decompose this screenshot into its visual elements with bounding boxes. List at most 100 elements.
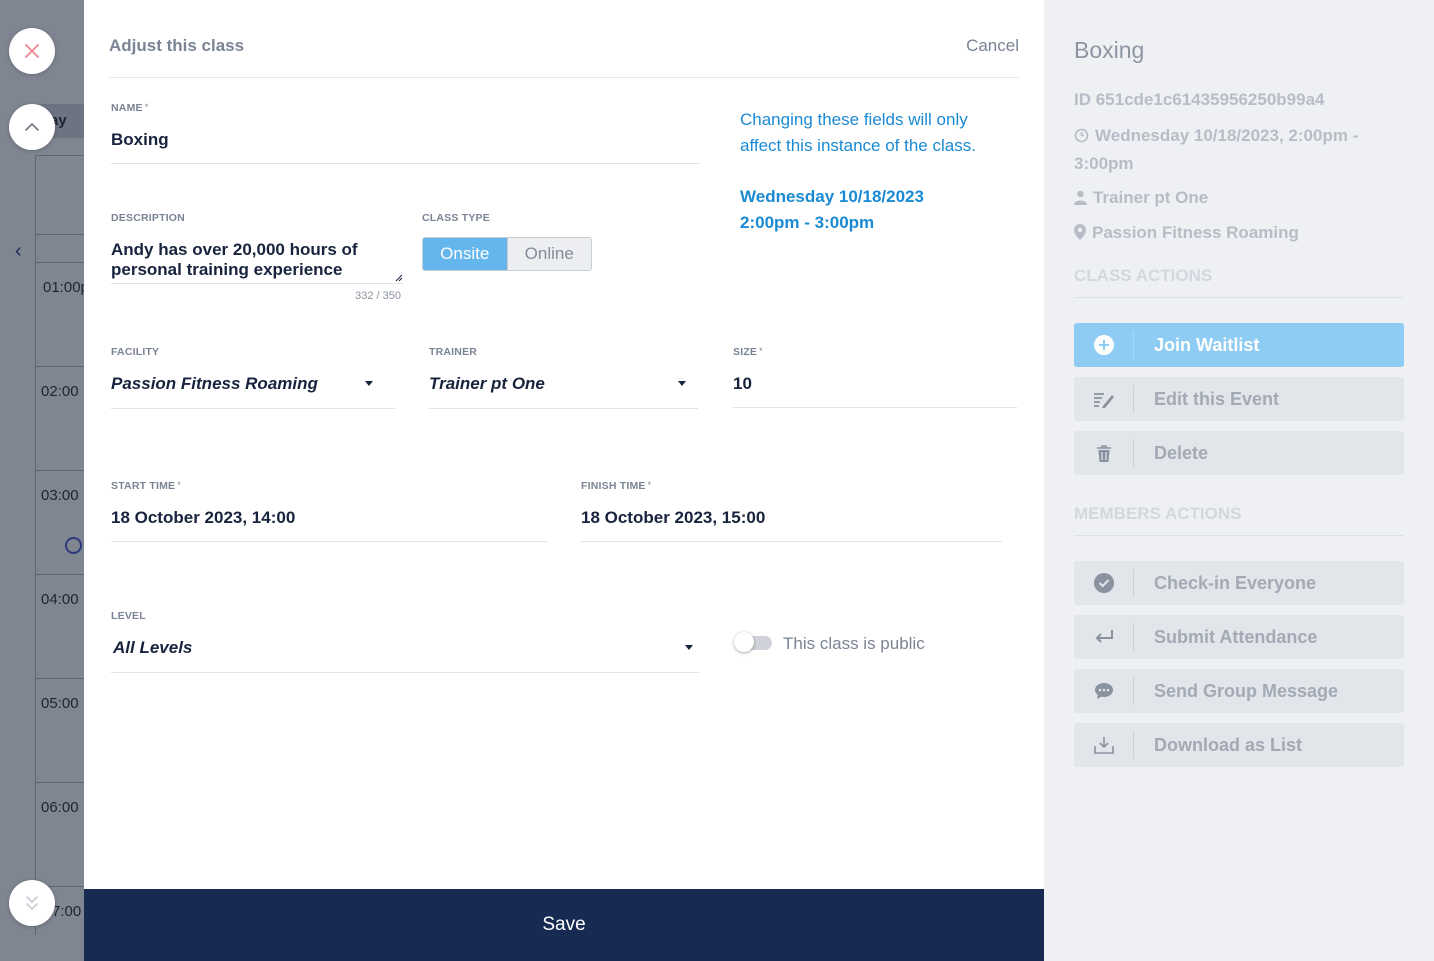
start-time-label: START TIME *: [111, 480, 181, 492]
class-actions-heading: CLASS ACTIONS: [1074, 266, 1404, 298]
description-text: Andy has over 20,000 hours of personal t…: [111, 240, 358, 279]
adjust-class-modal: Adjust this class Cancel NAME * Boxing Ch…: [84, 0, 1044, 961]
caret-down-icon: [678, 381, 686, 386]
level-value: All Levels: [113, 638, 193, 657]
class-type-onsite[interactable]: Onsite: [423, 238, 507, 270]
details-trainer: Trainer pt One: [1074, 185, 1394, 213]
trash-icon: [1096, 444, 1111, 462]
save-button[interactable]: Save: [84, 889, 1044, 961]
chevron-left-icon[interactable]: ‹: [15, 240, 22, 263]
chevron-up-icon: [25, 122, 39, 131]
scroll-down-button[interactable]: [9, 880, 55, 926]
cancel-button[interactable]: Cancel: [966, 36, 1019, 56]
instance-time: 2:00pm - 3:00pm: [740, 213, 875, 232]
class-type-field: CLASS TYPE Onsite Online: [422, 212, 592, 271]
download-icon: [1093, 737, 1114, 754]
chat-bubble-icon: [1094, 683, 1113, 699]
calendar-time-label: 7:00: [52, 903, 82, 920]
instance-note: Changing these fields will only affect t…: [740, 107, 1010, 236]
details-datetime-text: Wednesday 10/18/2023, 2:00pm - 3:00pm: [1074, 126, 1359, 173]
plus-circle-icon: [1093, 335, 1114, 355]
description-textarea[interactable]: Andy has over 20,000 hours of personal t…: [111, 240, 403, 284]
calendar-slot-line: [35, 234, 84, 235]
finish-time-input[interactable]: 18 October 2023, 15:00: [581, 508, 1002, 528]
calendar-event-dot[interactable]: [65, 537, 82, 554]
calendar-time-label: 02:00: [41, 383, 79, 400]
start-time-field[interactable]: START TIME * 18 October 2023, 14:00: [111, 480, 547, 542]
public-toggle-label: This class is public: [783, 634, 925, 653]
edit-event-label: Edit this Event: [1154, 388, 1280, 409]
start-time-input[interactable]: 18 October 2023, 14:00: [111, 508, 547, 528]
delete-button[interactable]: Delete: [1074, 431, 1404, 475]
size-field[interactable]: SIZE * 10: [733, 346, 1017, 408]
description-counter: 332 / 350: [355, 290, 401, 302]
facility-select[interactable]: FACILITY Passion Fitness Roaming: [111, 346, 395, 409]
size-input[interactable]: 10: [733, 374, 1017, 394]
calendar-time-label: 03:00: [41, 487, 79, 504]
clock-icon: [1074, 125, 1089, 151]
toggle-knob: [734, 632, 754, 652]
details-id: ID 651cde1c61435956250b99a4: [1074, 90, 1325, 109]
class-type-label: CLASS TYPE: [422, 212, 490, 224]
user-icon: [1074, 187, 1087, 213]
instance-note-text: Changing these fields will only affect t…: [740, 110, 976, 155]
facility-label: FACILITY: [111, 346, 160, 358]
members-actions-heading: MEMBERS ACTIONS: [1074, 504, 1404, 536]
trainer-select[interactable]: TRAINER Trainer pt One: [429, 346, 698, 409]
name-input[interactable]: Boxing: [111, 130, 699, 150]
send-group-message-label: Send Group Message: [1154, 680, 1339, 701]
resize-handle-icon[interactable]: [395, 274, 403, 282]
edit-event-button[interactable]: Edit this Event: [1074, 377, 1404, 421]
calendar-slot-line: [35, 470, 84, 471]
edit-icon: [1093, 393, 1114, 408]
class-type-toggle: Onsite Online: [422, 237, 592, 271]
close-icon: [25, 44, 39, 58]
instance-date: Wednesday 10/18/2023: [740, 187, 924, 206]
calendar-slot-line: [35, 782, 84, 783]
map-pin-icon: [1074, 222, 1086, 248]
modal-title: Adjust this class: [109, 36, 245, 55]
calendar-slot-line: [35, 155, 84, 156]
description-label: DESCRIPTION: [111, 212, 185, 224]
join-waitlist-button[interactable]: Join Waitlist: [1074, 323, 1404, 367]
check-in-everyone-button[interactable]: Check-in Everyone: [1074, 561, 1404, 605]
calendar-slot-line: [35, 262, 84, 263]
size-label: SIZE *: [733, 346, 763, 358]
details-title: Boxing: [1074, 37, 1145, 63]
check-circle-icon: [1093, 573, 1114, 593]
submit-attendance-label: Submit Attendance: [1154, 626, 1318, 647]
finish-time-field[interactable]: FINISH TIME * 18 October 2023, 15:00: [581, 480, 1002, 542]
description-field[interactable]: DESCRIPTION Andy has over 20,000 hours o…: [111, 212, 403, 302]
details-trainer-text: Trainer pt One: [1093, 188, 1209, 207]
join-waitlist-label: Join Waitlist: [1154, 334, 1260, 355]
close-button[interactable]: [9, 28, 55, 74]
delete-label: Delete: [1154, 442, 1209, 463]
level-select[interactable]: LEVEL All Levels: [111, 610, 699, 673]
download-list-label: Download as List: [1154, 734, 1303, 755]
save-label: Save: [542, 914, 586, 935]
details-location: Passion Fitness Roaming: [1074, 220, 1394, 248]
trainer-value: Trainer pt One: [429, 374, 545, 393]
calendar-time-label: 05:00: [41, 695, 79, 712]
scroll-up-button[interactable]: [9, 104, 55, 150]
calendar-time-label: 01:00p: [43, 279, 84, 296]
details-location-text: Passion Fitness Roaming: [1092, 223, 1299, 242]
name-field[interactable]: NAME * Boxing: [111, 102, 699, 164]
caret-down-icon: [685, 645, 693, 650]
chevrons-down-icon: [26, 896, 38, 911]
submit-attendance-button[interactable]: Submit Attendance: [1074, 615, 1404, 659]
class-type-online[interactable]: Online: [506, 238, 591, 270]
calendar-time-label: 06:00: [41, 799, 79, 816]
public-toggle[interactable]: [734, 632, 772, 652]
name-label: NAME *: [111, 102, 149, 114]
level-label: LEVEL: [111, 610, 146, 622]
finish-time-label: FINISH TIME *: [581, 480, 652, 492]
facility-value: Passion Fitness Roaming: [111, 374, 318, 393]
send-group-message-button[interactable]: Send Group Message: [1074, 669, 1404, 713]
calendar-slot-line: [35, 574, 84, 575]
caret-down-icon: [365, 381, 373, 386]
download-list-button[interactable]: Download as List: [1074, 723, 1404, 767]
calendar-time-label: 04:00: [41, 591, 79, 608]
return-arrow-icon: [1095, 630, 1113, 643]
calendar-slot-line: [35, 366, 84, 367]
